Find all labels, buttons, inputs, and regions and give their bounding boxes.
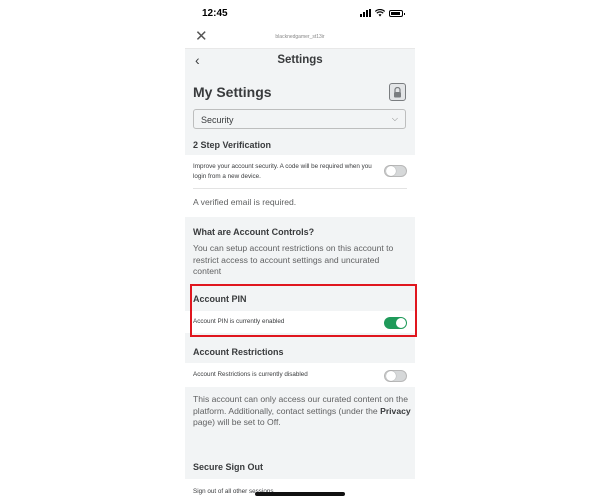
restrictions-desc-part2: page) will be set to Off. (193, 417, 281, 427)
two-step-card: Improve your account security. A code wi… (185, 155, 415, 217)
status-time: 12:45 (202, 8, 228, 19)
two-step-description: Improve your account security. A code wi… (193, 163, 372, 180)
secure-sign-out-heading: Secure Sign Out (193, 462, 264, 472)
dropdown-value: Security (201, 115, 234, 125)
status-bar: 12:45 (185, 0, 415, 27)
two-step-note: A verified email is required. (193, 197, 297, 207)
home-indicator (255, 492, 345, 496)
toggle-knob (386, 166, 396, 176)
url-text: blacknedgamer_st13ir (275, 34, 325, 40)
wifi-icon (375, 9, 385, 17)
divider (193, 188, 407, 189)
secure-sign-out-card: Sign out of all other sessions (185, 479, 415, 500)
account-restrictions-status: Account Restrictions is currently disabl… (193, 371, 308, 378)
settings-content: ‹ Settings My Settings Security ⌵ 2 Step… (185, 49, 415, 500)
account-restrictions-description: This account can only access our curated… (193, 394, 411, 429)
account-controls-heading: What are Account Controls? (193, 227, 315, 237)
privacy-link[interactable]: Privacy (380, 406, 411, 416)
nav-bar: ‹ Settings (185, 49, 415, 73)
section-dropdown[interactable]: Security ⌵ (193, 109, 406, 129)
phone-screen: 12:45 ✕ blacknedgamer_st13ir ‹ Settings … (185, 0, 415, 500)
account-controls-description: You can setup account restrictions on th… (193, 243, 394, 276)
lock-button[interactable] (389, 83, 406, 101)
page-title: My Settings (193, 84, 272, 100)
status-icons (360, 9, 405, 17)
nav-title: Settings (277, 54, 323, 66)
toggle-knob (386, 371, 396, 381)
account-restrictions-heading: Account Restrictions (193, 347, 284, 357)
chevron-down-icon: ⌵ (391, 114, 398, 123)
highlight-box (190, 284, 417, 337)
browser-bar: ✕ blacknedgamer_st13ir (185, 27, 415, 49)
restrictions-desc-part1: This account can only access our curated… (193, 394, 408, 416)
account-restrictions-card: Account Restrictions is currently disabl… (185, 363, 415, 387)
two-step-toggle[interactable] (384, 165, 407, 177)
battery-icon (389, 10, 405, 17)
lock-icon (394, 87, 401, 98)
two-step-heading: 2 Step Verification (193, 140, 272, 150)
signal-icon (360, 9, 371, 17)
account-restrictions-toggle[interactable] (384, 370, 407, 382)
